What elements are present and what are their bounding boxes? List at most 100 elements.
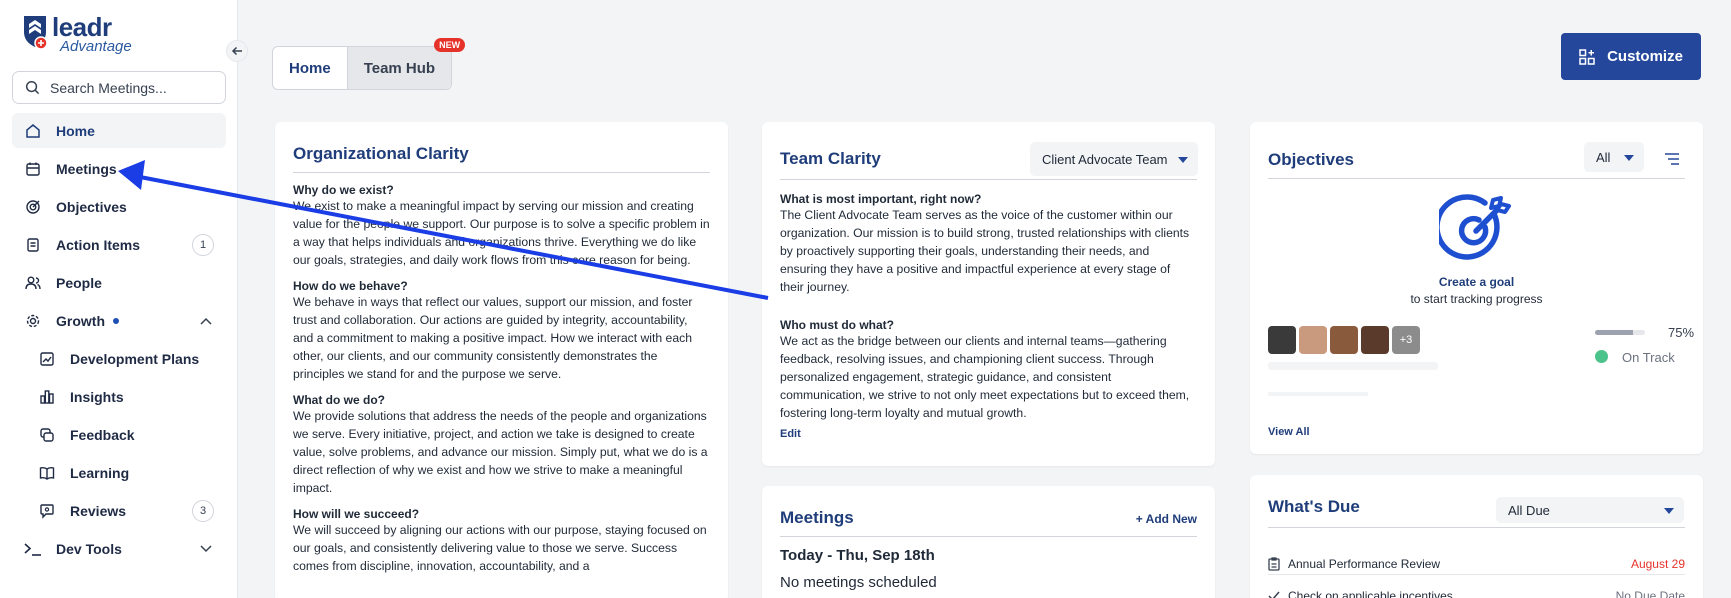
- placeholder-bar: [1268, 392, 1368, 396]
- sidebar-item-dev-tools[interactable]: Dev Tools: [12, 531, 226, 566]
- due-item-date: No Due Date: [1615, 589, 1685, 598]
- divider: [293, 172, 710, 173]
- meetings-date: Today - Thu, Sep 18th: [780, 547, 935, 564]
- notification-dot: [113, 317, 119, 324]
- filter-lines-icon[interactable]: [1664, 152, 1680, 166]
- filter-value: All Due: [1508, 502, 1550, 518]
- avatar: [1361, 326, 1389, 354]
- sidebar-item-label: People: [56, 274, 102, 291]
- sidebar-item-people[interactable]: People: [12, 265, 226, 300]
- status-dot: [1595, 350, 1608, 363]
- chevron-down-icon[interactable]: [200, 544, 212, 553]
- objectives-filter[interactable]: All: [1584, 142, 1644, 172]
- tab-label: Team Hub: [363, 59, 436, 77]
- sidebar-item-label: Reviews: [70, 502, 127, 519]
- view-all-link[interactable]: View All: [1268, 426, 1310, 438]
- meetings-empty: No meetings scheduled: [780, 574, 937, 591]
- org-clarity-title: Organizational Clarity: [293, 144, 469, 163]
- section-question: How do we behave?: [293, 279, 408, 293]
- tab-home[interactable]: Home: [273, 47, 347, 89]
- calendar-icon: [24, 160, 42, 178]
- sidebar-item-label: Meetings: [56, 160, 117, 177]
- sidebar-item-home[interactable]: Home: [12, 113, 226, 148]
- section-answer: We provide solutions that address the ne…: [293, 409, 708, 495]
- sidebar-item-development-plans[interactable]: Development Plans: [12, 341, 226, 376]
- progress-percent: 75%: [1668, 325, 1695, 340]
- review-icon: [38, 502, 56, 520]
- caret-down-icon: [1624, 155, 1634, 161]
- home-icon: [24, 122, 42, 140]
- sidebar-item-label: Objectives: [56, 198, 127, 215]
- progress-fill: [1595, 330, 1633, 335]
- search-box[interactable]: [12, 71, 226, 104]
- add-new-meeting-button[interactable]: + Add New: [1136, 512, 1197, 526]
- section-question: Who must do what?: [780, 318, 894, 332]
- sidebar-item-label: Feedback: [70, 426, 135, 443]
- collapse-sidebar-button[interactable]: [226, 40, 248, 62]
- leadr-logo[interactable]: leadr Advantage: [22, 12, 162, 55]
- divider: [780, 179, 1197, 180]
- arrow-left-icon: [231, 46, 242, 56]
- checklist-icon: [24, 236, 42, 254]
- count-badge: 3: [192, 499, 214, 522]
- due-item[interactable]: Annual Performance Review August 29: [1268, 553, 1685, 575]
- due-item-label: Annual Performance Review: [1288, 556, 1441, 571]
- due-filter[interactable]: All Due: [1496, 497, 1684, 523]
- sidebar-item-label: Dev Tools: [56, 540, 122, 557]
- team-select[interactable]: Client Advocate Team: [1030, 142, 1198, 176]
- tab-team-hub[interactable]: Team Hub NEW: [346, 38, 466, 89]
- divider: [1268, 178, 1685, 179]
- customize-label: Customize: [1607, 48, 1683, 65]
- edit-link[interactable]: Edit: [780, 428, 1197, 440]
- caret-down-icon: [1178, 157, 1188, 163]
- more-avatars-badge: +3: [1392, 326, 1420, 354]
- caret-down-icon: [1664, 508, 1674, 514]
- section-question: What is most important, right now?: [780, 192, 982, 206]
- sidebar-item-growth[interactable]: Growth: [12, 303, 226, 338]
- target-goal-icon: [1439, 194, 1511, 260]
- create-goal-subtext: to start tracking progress: [1410, 292, 1543, 306]
- sidebar-item-learning[interactable]: Learning: [12, 455, 226, 490]
- avatar: [1299, 326, 1327, 354]
- avatar: [1268, 326, 1296, 354]
- target-icon: [24, 198, 42, 216]
- customize-button[interactable]: Customize: [1561, 33, 1701, 80]
- sidebar-item-insights[interactable]: Insights: [12, 379, 226, 414]
- layout-icon: [1579, 48, 1595, 65]
- whats-due-card: What's Due All Due Annual Performance Re…: [1250, 475, 1703, 598]
- shield-logo-icon: [24, 16, 48, 50]
- search-input[interactable]: [50, 79, 210, 96]
- sidebar-item-feedback[interactable]: Feedback: [12, 417, 226, 452]
- sidebar: leadr Advantage Home Meetings Objectives…: [0, 0, 238, 598]
- sidebar-item-objectives[interactable]: Objectives: [12, 189, 226, 224]
- due-item-label: Check on applicable incentives: [1288, 589, 1453, 598]
- due-item[interactable]: Check on applicable incentives No Due Da…: [1268, 585, 1685, 598]
- bar-chart-icon: [38, 388, 56, 406]
- chevron-up-icon[interactable]: [200, 317, 212, 325]
- section-question: What do we do?: [293, 393, 385, 407]
- section-answer: We will succeed by aligning our actions …: [293, 523, 707, 573]
- sidebar-item-label: Development Plans: [70, 350, 200, 367]
- sidebar-item-label: Growth: [56, 312, 105, 329]
- book-icon: [38, 464, 56, 482]
- sidebar-nav: Home Meetings Objectives Action Items 1 …: [12, 113, 226, 569]
- create-goal-link[interactable]: Create a goal: [1250, 275, 1703, 289]
- team-clarity-card: Team Clarity Client Advocate Team What i…: [762, 122, 1215, 466]
- view-tabs: Home Team Hub NEW: [272, 38, 466, 90]
- due-item-date: August 29: [1630, 556, 1685, 571]
- divider: [1268, 527, 1685, 528]
- team-select-value: Client Advocate Team: [1042, 151, 1168, 167]
- sidebar-item-meetings[interactable]: Meetings: [12, 151, 226, 186]
- avatar-group[interactable]: +3: [1268, 326, 1423, 354]
- clipboard-icon: [1268, 556, 1280, 571]
- sidebar-item-action-items[interactable]: Action Items 1: [12, 227, 226, 262]
- check-icon: [1268, 591, 1280, 598]
- section-answer: We act as the bridge between our clients…: [780, 334, 1190, 420]
- search-icon: [25, 80, 40, 95]
- people-icon: [24, 274, 42, 292]
- section-question: How will we succeed?: [293, 507, 420, 521]
- section-answer: We behave in ways that reflect our value…: [293, 295, 693, 381]
- chart-icon: [38, 350, 56, 368]
- meetings-title: Meetings: [780, 508, 854, 527]
- sidebar-item-reviews[interactable]: Reviews 3: [12, 493, 226, 528]
